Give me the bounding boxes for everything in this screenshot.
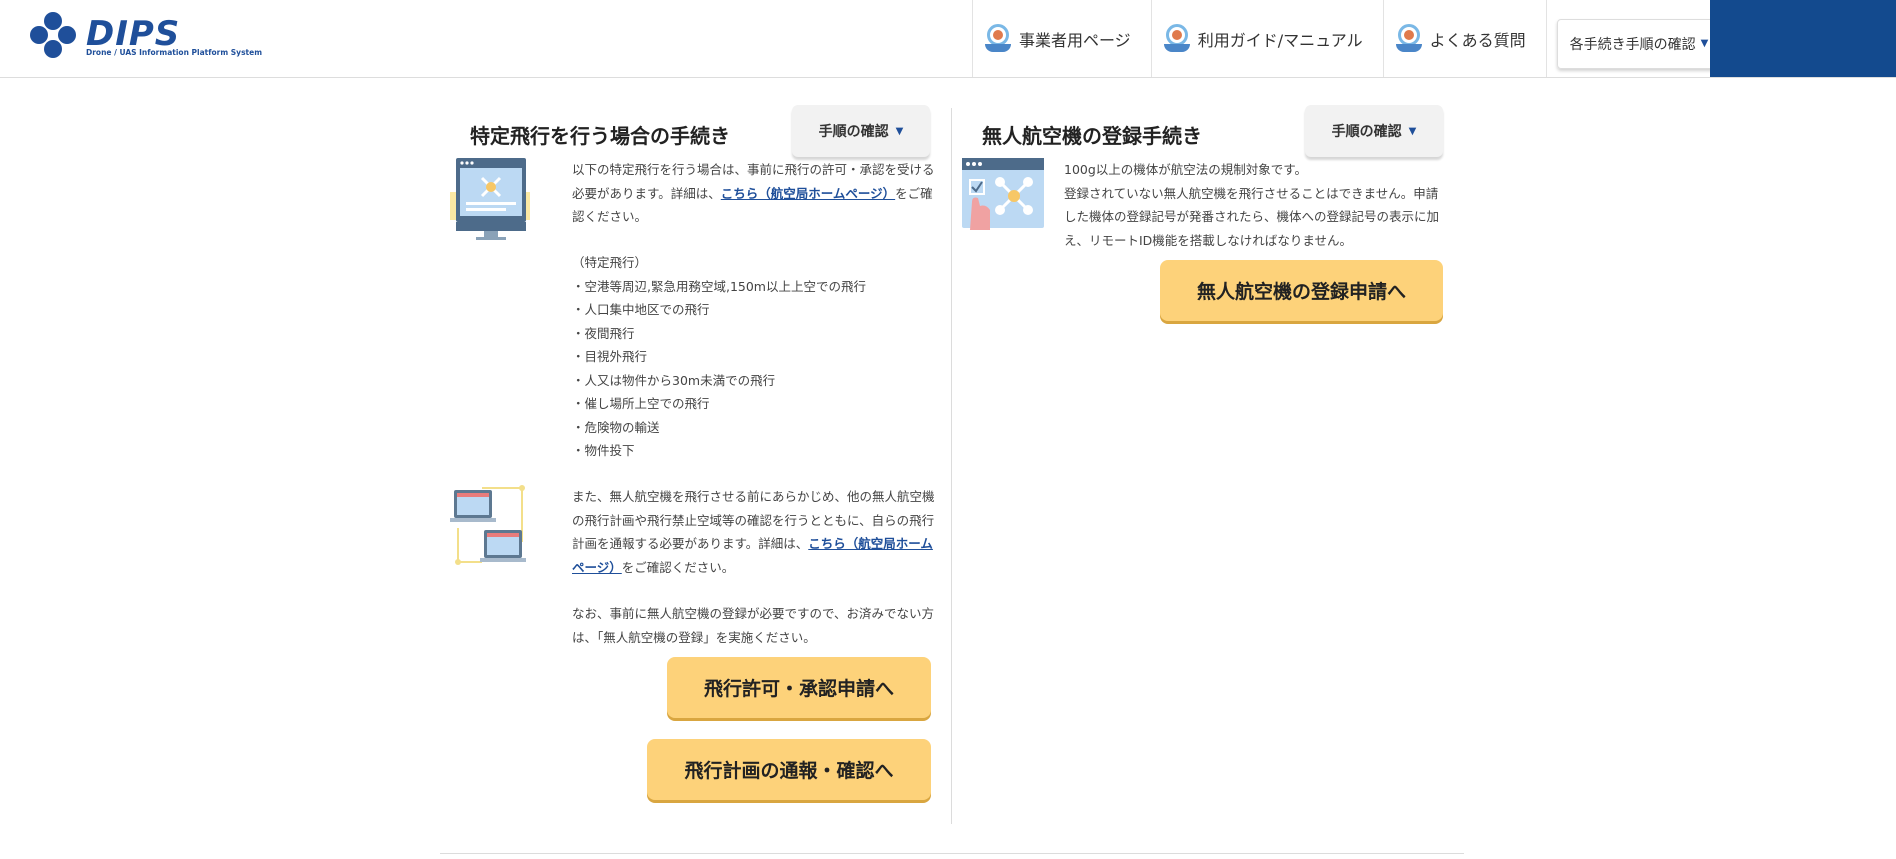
specific-flight-title: 特定飛行を行う場合の手続き: [470, 124, 730, 148]
specific-flight-intro: 以下の特定飛行を行う場合は、事前に飛行の許可・承認を受ける必要があります。詳細は…: [572, 162, 935, 224]
list-item: ・空港等周辺,緊急用務空域,150m以上上空での飛行: [572, 278, 866, 294]
laptops-network-illustration-icon: [450, 485, 526, 565]
header-blue-band: [1710, 0, 1896, 77]
caret-down-icon: ▼: [1408, 125, 1417, 137]
dropdown-label: 各手続き手順の確認: [1569, 36, 1696, 53]
nav-label: よくある質問: [1429, 30, 1526, 50]
dips-logo[interactable]: DIPS Drone / UAS Information Platform Sy…: [30, 12, 262, 62]
registration-title: 無人航空機の登録手続き: [982, 124, 1202, 148]
site-header: DIPS Drone / UAS Information Platform Sy…: [0, 0, 1896, 78]
logo-mark-icon: [30, 12, 80, 62]
jcab-link[interactable]: こちら（航空局ホームページ）: [721, 186, 895, 201]
procedure-label: 手順の確認: [818, 124, 889, 140]
right-procedure-button[interactable]: 手順の確認 ▼: [1305, 105, 1443, 157]
caret-down-icon: ▼: [1700, 38, 1709, 49]
globe-icon: [1163, 23, 1190, 54]
procedure-dropdown-button[interactable]: 各手続き手順の確認 ▼: [1556, 18, 1722, 69]
column-divider: [951, 108, 952, 824]
list-item: ・人口集中地区での飛行: [572, 302, 710, 317]
drone-registration-illustration-icon: [962, 158, 1044, 230]
nav-label: 事業者用ページ: [1019, 30, 1131, 50]
globe-icon: [1395, 23, 1422, 54]
flight-plan-text: また、無人航空機を飛行させる前にあらかじめ、他の無人航空機の飛行計画や飛行禁止空…: [572, 489, 935, 575]
nav-guide-manual[interactable]: 利用ガイド/マニュアル: [1150, 0, 1383, 77]
list-item: ・夜間飛行: [572, 325, 635, 341]
caret-down-icon: ▼: [895, 125, 904, 137]
flight-permit-apply-button[interactable]: 飛行許可・承認申請へ: [667, 657, 931, 718]
list-item: ・物件投下: [572, 443, 635, 458]
list-item: ・目視外飛行: [572, 349, 648, 364]
nav-faq[interactable]: よくある質問: [1382, 0, 1546, 77]
nav-dropdown-wrap: 各手続き手順の確認 ▼: [1545, 0, 1732, 77]
footer-divider: [440, 853, 1464, 854]
registration-text: 100g以上の機体が航空法の規制対象です。 登録されていない無人航空機を飛行させ…: [1064, 158, 1442, 252]
logo-subtitle: Drone / UAS Information Platform System: [86, 48, 263, 57]
header-nav: 事業者用ページ 利用ガイド/マニュアル よくある質問 各手続き手順の確認 ▼: [972, 0, 1731, 77]
registration-line-1: 100g以上の機体が航空法の規制対象です。: [1064, 162, 1308, 177]
globe-icon: [985, 23, 1011, 54]
list-heading: （特定飛行）: [572, 255, 648, 270]
monitor-drone-illustration-icon: [450, 158, 530, 240]
list-item: ・人又は物件から30m未満での飛行: [572, 372, 776, 388]
specific-flight-list: （特定飛行） ・空港等周辺,緊急用務空域,150m以上上空での飛行 ・人口集中地…: [572, 251, 936, 463]
flight-plan-report-button[interactable]: 飛行計画の通報・確認へ: [647, 739, 931, 800]
list-item: ・催し場所上空での飛行: [572, 396, 710, 411]
left-procedure-button[interactable]: 手順の確認 ▼: [792, 105, 930, 157]
procedure-label: 手順の確認: [1331, 124, 1402, 140]
nav-business-page[interactable]: 事業者用ページ: [972, 0, 1151, 77]
registration-line-2: 登録されていない無人航空機を飛行させることはできません。申請した機体の登録記号が…: [1064, 185, 1440, 248]
nav-label: 利用ガイド/マニュアル: [1197, 30, 1363, 50]
drone-registration-apply-button[interactable]: 無人航空機の登録申請へ: [1160, 260, 1443, 321]
list-item: ・危険物の輸送: [572, 419, 660, 435]
registration-note: なお、事前に無人航空機の登録が必要ですので、お済みでない方は、「無人航空機の登録…: [572, 606, 935, 645]
